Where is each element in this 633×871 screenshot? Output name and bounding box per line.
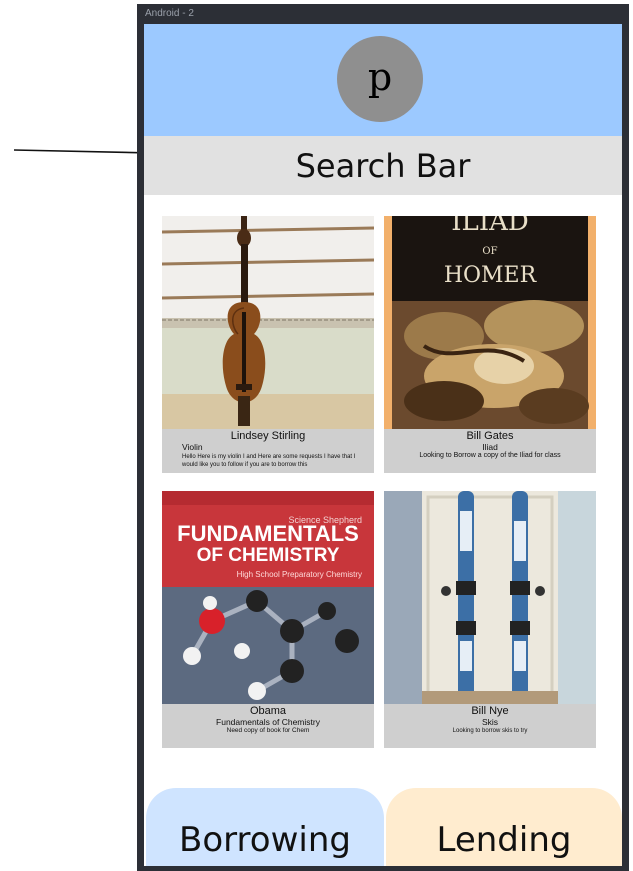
header-bar: p — [144, 24, 622, 136]
card-caption: Bill Gates Iliad Looking to Borrow a cop… — [384, 429, 596, 460]
tab-lending-label: Lending — [436, 820, 572, 860]
search-bar-label: Search Bar — [295, 146, 471, 185]
listing-card-skis[interactable]: Bill Nye Skis Looking to borrow skis to … — [384, 491, 596, 748]
card-owner-name: Bill Nye — [471, 705, 509, 717]
cover-title-of: OF — [482, 246, 497, 257]
tab-borrowing[interactable]: Borrowing — [146, 788, 384, 866]
card-item-title: Skis — [481, 717, 499, 727]
tab-borrowing-label: Borrowing — [179, 820, 351, 860]
avatar-letter: p — [367, 55, 393, 99]
card-item-description: Hello Here is my violin I and Here are s… — [182, 454, 356, 468]
card-item-description: Need copy of book for Chem — [226, 727, 310, 734]
frame-label: Android - 2 — [145, 8, 194, 19]
card-owner-name: Obama — [249, 705, 287, 717]
canvas: Android - 2 p Search Bar Lindsey Stirlin… — [0, 0, 633, 871]
card-owner-name: Bill Gates — [466, 430, 514, 442]
cover-subtitle: High School Preparatory Chemistry — [237, 570, 362, 579]
card-item-description: Looking to borrow skis to try — [452, 728, 528, 734]
card-owner-name: Lindsey Stirling — [230, 430, 306, 442]
iliad-book-cover: ILIAD OF HOMER — [384, 216, 596, 429]
profile-avatar[interactable]: p — [337, 36, 423, 122]
card-caption: Bill Nye Skis Looking to borrow skis to … — [384, 704, 596, 735]
chemistry-book-cover: Science Shepherd FUNDAMENTALS OF CHEMIST… — [162, 491, 374, 704]
card-caption: Obama Fundamentals of Chemistry Need cop… — [162, 704, 374, 735]
cover-author: HOMER — [444, 263, 538, 288]
card-caption: Lindsey Stirling Violin Hello Here is my… — [162, 429, 374, 469]
cover-title-top: ILIAD — [451, 216, 528, 237]
app-screen: p Search Bar Lindsey Stirling Violin Hel… — [144, 24, 622, 866]
card-item-description: Looking to Borrow a copy of the Iliad fo… — [419, 452, 561, 459]
tab-lending[interactable]: Lending — [386, 788, 622, 866]
cover-line2: OF CHEMISTRY — [197, 545, 340, 566]
listing-card-iliad[interactable]: ILIAD OF HOMER Bill Gates Iliad Looking … — [384, 216, 596, 473]
card-item-title: Fundamentals of Chemistry — [216, 717, 320, 727]
card-item-title: Iliad — [482, 442, 498, 452]
listing-card-violin[interactable]: Lindsey Stirling Violin Hello Here is my… — [162, 216, 374, 473]
violin-photo — [162, 216, 374, 429]
skis-photo — [384, 491, 596, 704]
search-bar[interactable]: Search Bar — [144, 136, 622, 195]
listing-card-chemistry[interactable]: Science Shepherd FUNDAMENTALS OF CHEMIST… — [162, 491, 374, 748]
card-item-title: Violin — [182, 442, 203, 452]
cover-line1: FUNDAMENTALS — [177, 521, 359, 546]
